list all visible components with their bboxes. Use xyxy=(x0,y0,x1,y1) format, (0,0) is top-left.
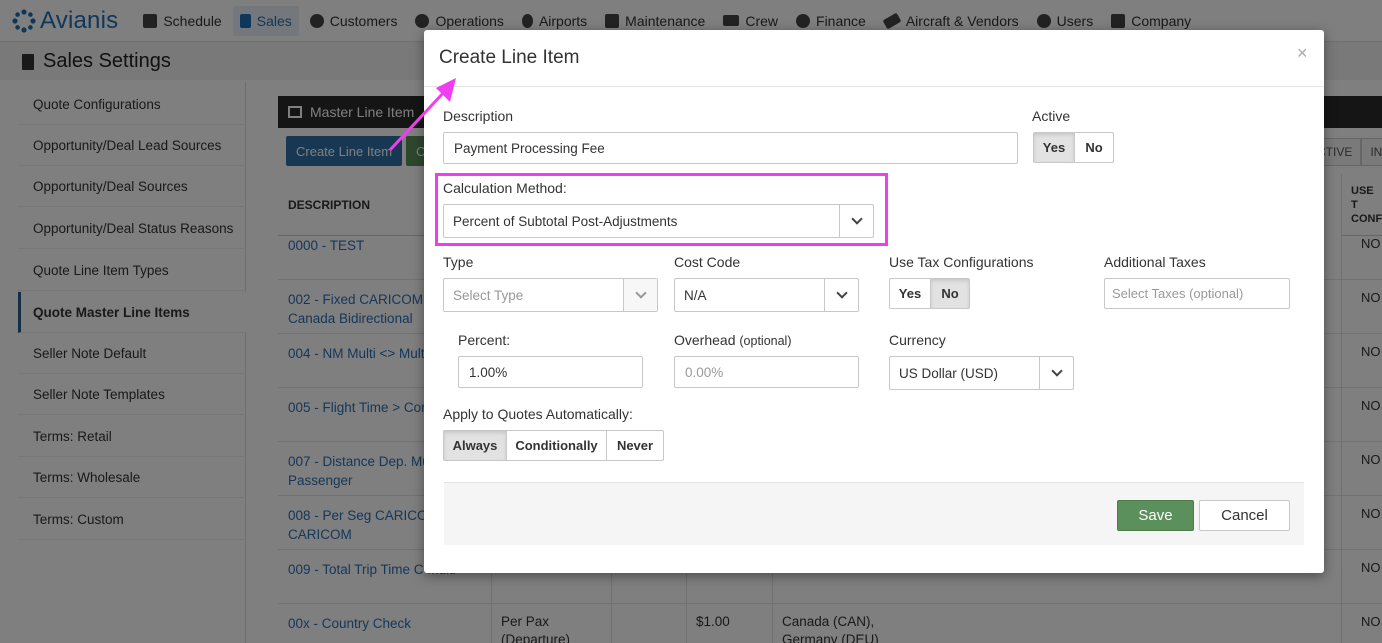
currency-select[interactable]: US Dollar (USD) xyxy=(889,356,1074,390)
overhead-label: Overhead (optional) xyxy=(674,332,792,348)
description-label: Description xyxy=(443,108,514,124)
apply-quotes-toggle[interactable]: Always Conditionally Never xyxy=(443,430,664,461)
annotation-highlight-box xyxy=(435,173,888,246)
modal-footer: Save Cancel xyxy=(444,482,1304,545)
type-placeholder: Select Type xyxy=(453,288,524,303)
type-select[interactable]: Select Type xyxy=(443,278,658,312)
percent-label: Percent: xyxy=(458,332,511,348)
currency-value: US Dollar (USD) xyxy=(899,366,999,381)
chevron-down-icon xyxy=(623,279,657,311)
active-yes-option[interactable]: Yes xyxy=(1033,132,1075,163)
additional-taxes-label: Additional Taxes xyxy=(1104,254,1206,270)
cost-code-label: Cost Code xyxy=(674,254,741,270)
apply-never-option[interactable]: Never xyxy=(606,430,664,461)
additional-taxes-input[interactable]: Select Taxes (optional) xyxy=(1104,278,1290,309)
use-tax-toggle[interactable]: Yes No xyxy=(889,278,970,309)
use-tax-no-option[interactable]: No xyxy=(930,278,970,309)
description-input[interactable]: Payment Processing Fee xyxy=(443,132,1018,164)
currency-label: Currency xyxy=(889,332,946,348)
use-tax-label: Use Tax Configurations xyxy=(889,254,1034,270)
cost-code-value: N/A xyxy=(684,288,707,303)
cost-code-select[interactable]: N/A xyxy=(674,278,859,312)
create-line-item-modal: Create Line Item × Description Payment P… xyxy=(424,30,1324,573)
apply-always-option[interactable]: Always xyxy=(443,430,507,461)
type-label: Type xyxy=(443,254,474,270)
modal-title: Create Line Item xyxy=(439,47,580,68)
apply-quotes-label: Apply to Quotes Automatically: xyxy=(443,406,633,422)
modal-header: Create Line Item × xyxy=(424,30,1324,87)
active-toggle[interactable]: Yes No xyxy=(1033,132,1114,163)
close-icon[interactable]: × xyxy=(1297,43,1308,64)
use-tax-yes-option[interactable]: Yes xyxy=(889,278,931,309)
chevron-down-icon xyxy=(824,279,858,311)
chevron-down-icon xyxy=(1039,357,1073,389)
active-label: Active xyxy=(1032,108,1071,124)
overhead-optional-text: (optional) xyxy=(739,334,792,348)
cancel-button[interactable]: Cancel xyxy=(1199,500,1290,531)
save-button[interactable]: Save xyxy=(1117,500,1194,531)
overhead-input[interactable]: 0.00% xyxy=(674,356,859,388)
apply-conditionally-option[interactable]: Conditionally xyxy=(506,430,607,461)
percent-input[interactable]: 1.00% xyxy=(458,356,643,388)
overhead-label-text: Overhead xyxy=(674,332,736,348)
active-no-option[interactable]: No xyxy=(1074,132,1114,163)
